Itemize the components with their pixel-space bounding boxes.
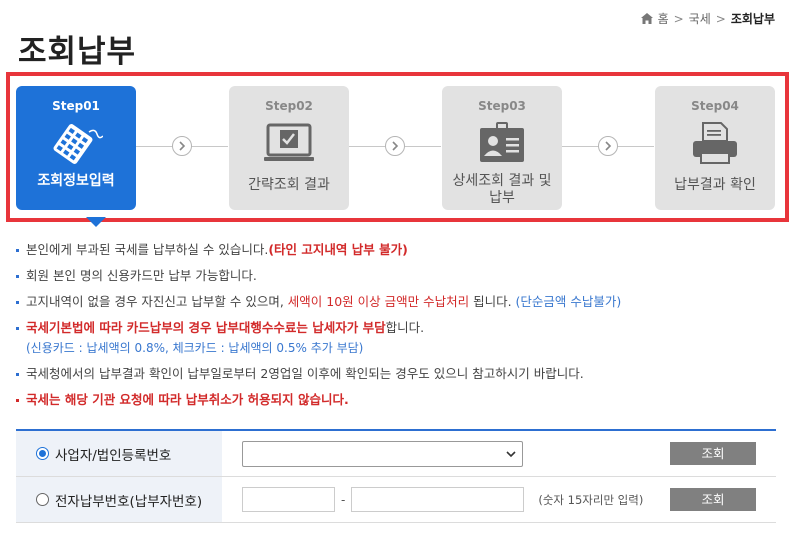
step-4: Step04 납부결과 확인 [655,86,775,210]
calculator-icon [16,119,136,167]
search-button[interactable]: 조회 [670,442,756,465]
note-text: 국세청에서의 납부결과 확인이 납부일로부터 2영업일 이후에 확인되는 경우도… [26,366,584,381]
search-button[interactable]: 조회 [670,488,756,511]
form-body: 조회 [222,431,776,476]
step-number: Step01 [52,99,100,113]
breadcrumb-separator: > [715,11,726,26]
business-number-radio[interactable] [36,447,49,460]
note-text: 본인에게 부과된 국세를 납부하실 수 있습니다. [26,242,269,257]
form-row-business-number: 사업자/법인등록번호 조회 [16,431,776,477]
breadcrumb-separator: > [673,11,684,26]
note-info: (단순금액 수납불가) [515,294,622,309]
step-label: 간략조회 결과 [248,177,330,193]
breadcrumb: 홈 > 국세 > 조회납부 [640,10,775,27]
note-sub-info: (신용카드 : 납세액의 0.8%, 체크카드 : 납세액의 0.5% 추가 부… [26,341,364,355]
page-title: 조회납부 [18,34,137,70]
note-warning: 세액이 10원 이상 금액만 수납처리 [287,294,470,309]
list-item: 국세기본법에 따라 카드납부의 경우 납부대행수수료는 납세자가 부담합니다. … [14,319,784,357]
note-warning: 국세기본법에 따라 카드납부의 경우 납부대행수수료는 납세자가 부담 [26,320,386,335]
chevron-right-icon [172,136,192,156]
id-card-icon [442,119,562,167]
chevron-right-icon [385,136,405,156]
chevron-down-icon [506,450,516,457]
form-label-text: 사업자/법인등록번호 [55,447,172,464]
form-label: 전자납부번호(납부자번호) [16,477,222,522]
note-text: 회원 본인 명의 신용카드만 납부 가능합니다. [26,268,257,283]
note-text: 고지내역이 없을 경우 자진신고 납부할 수 있으며, [26,294,288,309]
breadcrumb-current: 조회납부 [730,12,775,26]
form-body: - (숫자 15자리만 입력) 조회 [222,477,776,522]
payment-number-radio[interactable] [36,493,49,506]
note-text: 됩니다. [469,294,516,309]
form-label: 사업자/법인등록번호 [16,431,222,476]
list-item: 고지내역이 없을 경우 자진신고 납부할 수 있으며, 세액이 10원 이상 금… [14,293,784,311]
step-2: Step02 간략조회 결과 [229,86,349,210]
business-number-select[interactable] [242,440,523,467]
search-form: 사업자/법인등록번호 조회 전자납부번호(납부자번호) - (숫자 15자리만 … [16,429,776,523]
printer-icon [655,119,775,167]
note-text: 합니다. [385,320,425,335]
step-number: Step03 [478,99,526,113]
step-label: 납부결과 확인 [674,177,756,193]
step-3: Step03 상세조회 결과 및 납부 [442,86,562,210]
input-hint: (숫자 15자리만 입력) [538,492,644,507]
steps-frame: Step01 조회정보입력 Step02 간략조회 결과 Step03 상세조회… [6,72,789,227]
step-label: 조회정보입력 [37,173,115,189]
step-pointer [86,217,106,227]
breadcrumb-level1[interactable]: 국세 [689,10,711,27]
breadcrumb-home[interactable]: 홈 [658,10,669,27]
form-label-text: 전자납부번호(납부자번호) [55,493,203,510]
payment-number-input-2[interactable] [351,487,525,512]
step-label: 상세조회 결과 및 납부 [452,173,552,206]
payment-number-input-1[interactable] [242,487,335,512]
dash-separator: - [341,492,346,507]
list-item: 국세청에서의 납부결과 확인이 납부일로부터 2영업일 이후에 확인되는 경우도… [14,365,784,383]
step-1: Step01 조회정보입력 [16,86,136,227]
note-warning: (타인 고지내역 납부 불가) [268,242,408,257]
step-number: Step02 [265,99,313,113]
monitor-check-icon [229,119,349,167]
list-item: 본인에게 부과된 국세를 납부하실 수 있습니다.(타인 고지내역 납부 불가) [14,241,784,259]
chevron-right-icon [598,136,618,156]
list-item: 국세는 해당 기관 요청에 따라 납부취소가 허용되지 않습니다. [14,391,784,409]
form-row-payment-number: 전자납부번호(납부자번호) - (숫자 15자리만 입력) 조회 [16,477,776,523]
list-item: 회원 본인 명의 신용카드만 납부 가능합니다. [14,267,784,285]
note-warning: 국세는 해당 기관 요청에 따라 납부취소가 허용되지 않습니다. [26,392,349,407]
home-icon[interactable] [640,13,653,24]
step-number: Step04 [691,99,739,113]
notice-list: 본인에게 부과된 국세를 납부하실 수 있습니다.(타인 고지내역 납부 불가)… [14,241,784,417]
